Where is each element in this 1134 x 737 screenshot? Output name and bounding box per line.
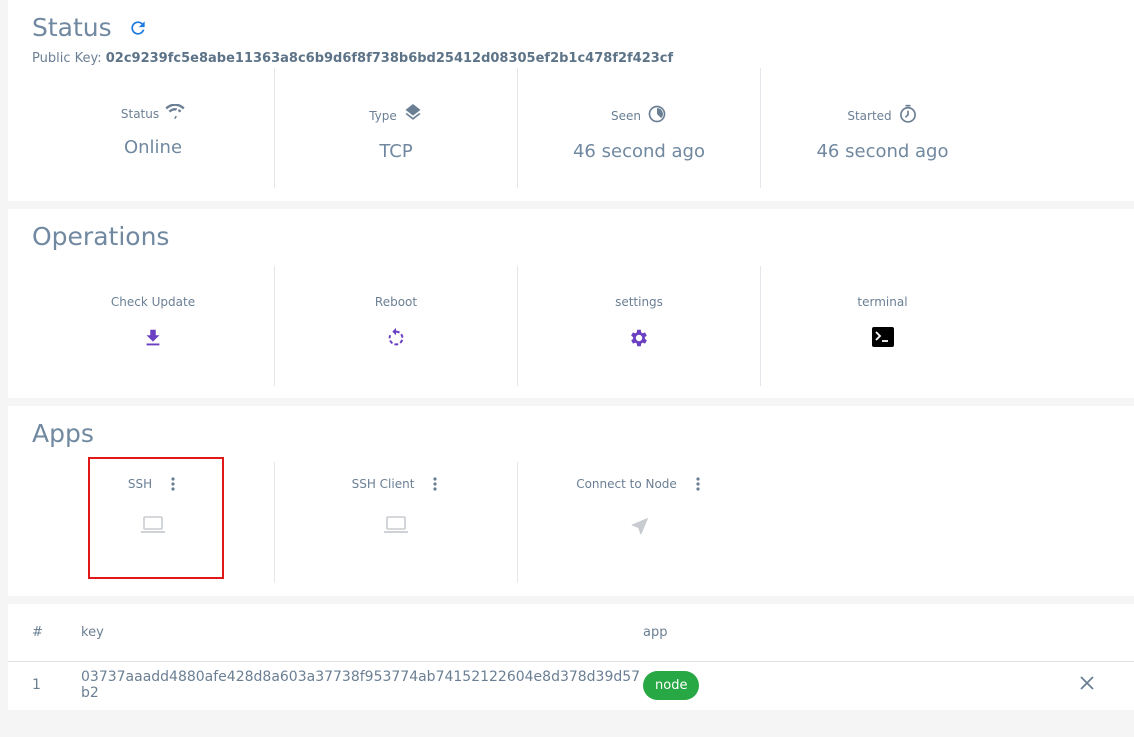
- app-ssh-client[interactable]: SSH Client: [275, 462, 518, 583]
- refresh-icon[interactable]: [128, 17, 148, 37]
- public-key-value: 02c9239fc5e8abe11363a8c6b9d6f8f738b6bd25…: [105, 51, 674, 66]
- download-icon[interactable]: [142, 327, 164, 353]
- header-app: app: [643, 624, 668, 640]
- apps-card: Apps SSH SSH Client Connect to Node: [8, 406, 1134, 596]
- type-label: Type: [369, 108, 397, 123]
- settings-label: settings: [615, 295, 663, 309]
- wifi-icon: [165, 103, 185, 123]
- timer-icon: [898, 104, 918, 127]
- restart-icon[interactable]: [385, 327, 407, 353]
- public-key: Public Key: 02c9239fc5e8abe11363a8c6b9d6…: [32, 51, 673, 66]
- layers-icon: [403, 104, 423, 127]
- table-row: 1 03737aaadd4880afe428d8a603a37738f95377…: [8, 661, 1134, 709]
- app-badge: node: [643, 670, 700, 700]
- operations-title: Operations: [32, 222, 170, 251]
- keys-table-card: # key app 1 03737aaadd4880afe428d8a603a3…: [8, 604, 1134, 710]
- app-connect-to-node[interactable]: Connect to Node: [518, 462, 761, 583]
- connect-to-node-label: Connect to Node: [576, 477, 677, 491]
- more-vert-icon[interactable]: [430, 477, 440, 491]
- gear-icon[interactable]: [628, 327, 650, 353]
- status-card: Status Public Key: 02c9239fc5e8abe11363a…: [8, 0, 1134, 201]
- check-update-label: Check Update: [110, 295, 196, 309]
- keys-table: # key app 1 03737aaadd4880afe428d8a603a3…: [8, 604, 1134, 709]
- status-cell-type: Type TCP: [275, 68, 518, 188]
- apps-title: Apps: [32, 419, 94, 448]
- terminal-label: terminal: [857, 295, 908, 309]
- reboot-label: Reboot: [374, 295, 418, 309]
- header-actions: [1052, 604, 1134, 661]
- ssh-client-label: SSH Client: [351, 477, 415, 491]
- row-actions: [1052, 661, 1134, 709]
- operation-reboot[interactable]: Reboot: [275, 266, 518, 386]
- public-key-label: Public Key:: [32, 51, 102, 66]
- status-label: Status: [120, 106, 160, 121]
- operation-settings[interactable]: settings: [518, 266, 761, 386]
- header-index: #: [32, 624, 43, 640]
- clock-pie-icon: [647, 104, 667, 127]
- operations-card: Operations Check Update Reboot settings: [8, 209, 1134, 398]
- seen-label: Seen: [611, 108, 641, 123]
- row-key: 03737aaadd4880afe428d8a603a37738f953774a…: [81, 669, 641, 702]
- laptop-icon[interactable]: [383, 515, 409, 539]
- terminal-icon[interactable]: [871, 327, 894, 351]
- status-cell-seen: Seen 46 second ago: [518, 68, 761, 188]
- node-detail-page: Status Public Key: 02c9239fc5e8abe11363a…: [0, 0, 1134, 737]
- type-value: TCP: [379, 141, 413, 162]
- status-cell-status: Status Online: [32, 68, 275, 188]
- seen-value: 46 second ago: [572, 141, 705, 162]
- operation-terminal[interactable]: terminal: [761, 266, 1004, 386]
- close-icon[interactable]: [1079, 675, 1095, 695]
- status-value: Online: [123, 137, 183, 158]
- status-cell-started: Started 46 second ago: [761, 68, 1004, 188]
- header-key: key: [81, 624, 104, 640]
- row-index: 1: [32, 677, 41, 694]
- row-app: node: [642, 661, 1052, 709]
- more-vert-icon[interactable]: [693, 477, 703, 491]
- started-label: Started: [847, 108, 892, 123]
- selection-highlight: [88, 457, 224, 579]
- started-value: 46 second ago: [816, 141, 949, 162]
- navigation-arrow-icon[interactable]: [629, 515, 651, 541]
- status-title: Status: [32, 15, 148, 40]
- operation-check-update[interactable]: Check Update: [32, 266, 275, 386]
- table-header-row: # key app: [8, 604, 1134, 661]
